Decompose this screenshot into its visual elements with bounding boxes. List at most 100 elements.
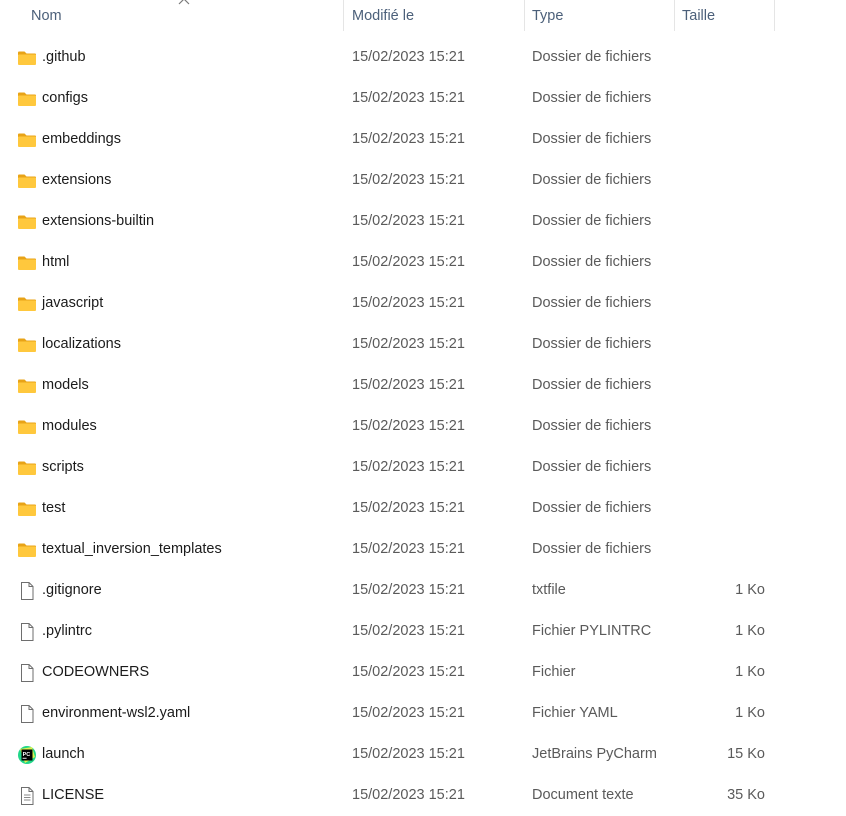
text-document-icon [17,786,37,806]
file-modified-date: 15/02/2023 15:21 [352,213,465,229]
file-row[interactable]: textual_inversion_templates 15/02/2023 1… [0,529,846,570]
file-name[interactable]: configs [42,78,88,119]
file-name[interactable]: test [42,488,65,529]
file-row[interactable]: .pylintrc 15/02/2023 15:21 Fichier PYLIN… [0,611,846,652]
file-type: Dossier de fichiers [532,295,652,311]
column-header-size[interactable]: Taille [682,0,715,31]
file-type: Dossier de fichiers [532,213,652,229]
column-divider[interactable] [674,0,675,31]
folder-icon [17,499,37,519]
file-row[interactable]: extensions-builtin 15/02/2023 15:21 Doss… [0,201,846,242]
column-header-type[interactable]: Type [532,0,563,31]
file-type: Dossier de fichiers [532,418,652,434]
file-modified-date: 15/02/2023 15:21 [352,582,465,598]
file-modified-date: 15/02/2023 15:21 [352,336,465,352]
file-name[interactable]: textual_inversion_templates [42,529,222,570]
file-type: Fichier YAML [532,705,618,721]
file-type: Fichier [532,664,576,680]
file-modified-date: 15/02/2023 15:21 [352,90,465,106]
file-row[interactable]: test 15/02/2023 15:21 Dossier de fichier… [0,488,846,529]
file-name[interactable]: .pylintrc [42,611,92,652]
file-row[interactable]: extensions 15/02/2023 15:21 Dossier de f… [0,160,846,201]
file-modified-date: 15/02/2023 15:21 [352,459,465,475]
file-modified-date: 15/02/2023 15:21 [352,541,465,557]
folder-icon [17,335,37,355]
file-modified-date: 15/02/2023 15:21 [352,131,465,147]
file-modified-date: 15/02/2023 15:21 [352,295,465,311]
file-type: JetBrains PyCharm [532,746,657,762]
file-type: Dossier de fichiers [532,172,652,188]
file-size: 1 Ko [735,623,765,639]
file-size: 35 Ko [727,787,765,803]
file-name[interactable]: extensions [42,160,111,201]
file-row[interactable]: scripts 15/02/2023 15:21 Dossier de fich… [0,447,846,488]
file-modified-date: 15/02/2023 15:21 [352,418,465,434]
file-icon [17,622,37,642]
file-type: Dossier de fichiers [532,336,652,352]
file-name[interactable]: .github [42,37,86,78]
folder-icon [17,294,37,314]
file-row[interactable]: .gitignore 15/02/2023 15:21 txtfile 1 Ko [0,570,846,611]
file-type: Fichier PYLINTRC [532,623,652,639]
file-row[interactable]: embeddings 15/02/2023 15:21 Dossier de f… [0,119,846,160]
file-row[interactable]: .github 15/02/2023 15:21 Dossier de fich… [0,37,846,78]
file-name[interactable]: embeddings [42,119,121,160]
file-name[interactable]: javascript [42,283,103,324]
folder-icon [17,212,37,232]
column-divider[interactable] [343,0,344,31]
column-header-modified[interactable]: Modifié le [352,0,414,31]
file-name[interactable]: models [42,365,89,406]
file-type: Dossier de fichiers [532,90,652,106]
file-modified-date: 15/02/2023 15:21 [352,705,465,721]
file-row[interactable]: configs 15/02/2023 15:21 Dossier de fich… [0,78,846,119]
file-name[interactable]: localizations [42,324,121,365]
file-size: 1 Ko [735,664,765,680]
file-row[interactable]: environment-wsl2.yaml 15/02/2023 15:21 F… [0,693,846,734]
file-type: txtfile [532,582,566,598]
folder-icon [17,417,37,437]
column-divider[interactable] [774,0,775,31]
file-row[interactable]: javascript 15/02/2023 15:21 Dossier de f… [0,283,846,324]
file-size: 1 Ko [735,705,765,721]
file-row[interactable]: PC launch 15/02/2023 15:21 JetBrains PyC… [0,734,846,775]
file-type: Dossier de fichiers [532,459,652,475]
file-row[interactable]: localizations 15/02/2023 15:21 Dossier d… [0,324,846,365]
file-row[interactable]: CODEOWNERS 15/02/2023 15:21 Fichier 1 Ko [0,652,846,693]
file-modified-date: 15/02/2023 15:21 [352,500,465,516]
file-type: Dossier de fichiers [532,254,652,270]
folder-icon [17,253,37,273]
file-list: .github 15/02/2023 15:21 Dossier de fich… [0,37,846,816]
file-name[interactable]: launch [42,734,85,775]
file-row[interactable]: models 15/02/2023 15:21 Dossier de fichi… [0,365,846,406]
folder-icon [17,458,37,478]
folder-icon [17,48,37,68]
pycharm-icon: PC [17,745,37,765]
file-type: Dossier de fichiers [532,131,652,147]
file-type: Document texte [532,787,634,803]
file-name[interactable]: modules [42,406,97,447]
file-name[interactable]: CODEOWNERS [42,652,149,693]
folder-icon [17,171,37,191]
file-modified-date: 15/02/2023 15:21 [352,49,465,65]
file-type: Dossier de fichiers [532,500,652,516]
file-name[interactable]: html [42,242,69,283]
file-modified-date: 15/02/2023 15:21 [352,623,465,639]
file-row[interactable]: html 15/02/2023 15:21 Dossier de fichier… [0,242,846,283]
file-icon [17,704,37,724]
file-icon [17,581,37,601]
folder-icon [17,540,37,560]
file-name[interactable]: extensions-builtin [42,201,154,242]
file-size: 1 Ko [735,582,765,598]
file-row[interactable]: modules 15/02/2023 15:21 Dossier de fich… [0,406,846,447]
file-name[interactable]: .gitignore [42,570,102,611]
file-modified-date: 15/02/2023 15:21 [352,377,465,393]
file-modified-date: 15/02/2023 15:21 [352,172,465,188]
file-row[interactable]: LICENSE 15/02/2023 15:21 Document texte … [0,775,846,816]
file-icon [17,663,37,683]
chevron-up-icon[interactable] [177,0,191,6]
file-name[interactable]: scripts [42,447,84,488]
file-name[interactable]: environment-wsl2.yaml [42,693,190,734]
file-name[interactable]: LICENSE [42,775,104,816]
column-header-name[interactable]: Nom [31,0,62,31]
column-divider[interactable] [524,0,525,31]
